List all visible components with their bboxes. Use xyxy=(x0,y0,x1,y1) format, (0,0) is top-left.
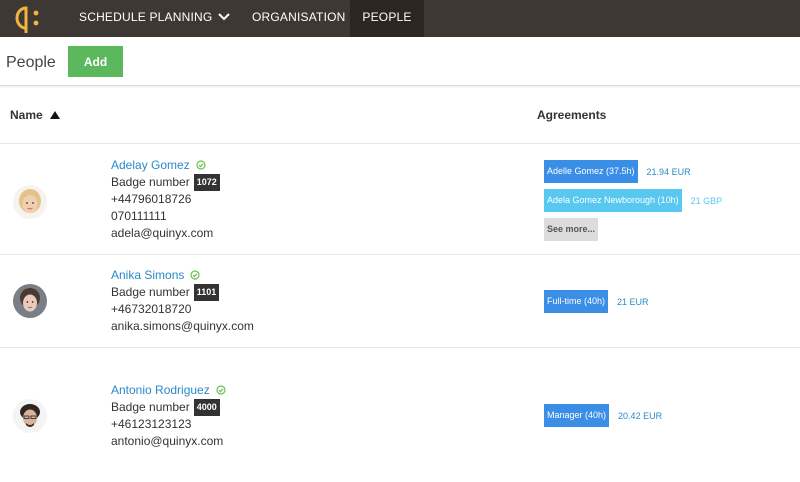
nav-organisation[interactable]: ORGANISATION xyxy=(252,0,346,37)
person-details: Anika Simons Badge number 1101 +467320187… xyxy=(111,267,254,335)
avatar xyxy=(13,185,47,219)
person-details: Antonio Rodriguez Badge number 4000 +4612… xyxy=(111,382,226,450)
agreement-amount: 20.42 EUR xyxy=(618,410,663,421)
table-header: Name Agreements xyxy=(0,86,800,144)
person-details: Adelay Gomez Badge number 1072 +447960187… xyxy=(111,157,220,242)
badge-number-value: 4000 xyxy=(193,399,220,417)
agreement-tag[interactable]: Adelle Gomez (37.5h) xyxy=(544,160,638,183)
page-title: People xyxy=(6,54,56,71)
phone-number: +46732018720 xyxy=(111,302,192,317)
phone-number: 070111111 xyxy=(111,209,167,224)
badge-number-value: 1072 xyxy=(193,174,220,192)
person-name-link[interactable]: Adelay Gomez xyxy=(111,158,190,172)
agreements-list: Adelle Gomez (37.5h) 21.94 EUR Adela Gome… xyxy=(544,160,722,247)
badge-number-label: Badge number xyxy=(111,285,190,299)
badge-number-label: Badge number xyxy=(111,400,190,414)
quinyx-logo-icon[interactable] xyxy=(12,4,46,34)
top-nav-bar: SCHEDULE PLANNING ORGANISATION PEOPLE xyxy=(0,0,800,37)
agreement-amount: 21.94 EUR xyxy=(646,166,691,177)
agreement-tag[interactable]: Manager (40h) xyxy=(544,404,610,427)
nav-schedule-planning-label: SCHEDULE PLANNING xyxy=(79,10,213,24)
avatar xyxy=(13,284,47,318)
agreements-list: Manager (40h) 20.42 EUR xyxy=(544,404,662,433)
page-header: People Add xyxy=(0,37,800,86)
badge-number-value: 1101 xyxy=(193,284,220,302)
verified-check-icon xyxy=(216,385,226,395)
avatar xyxy=(13,399,47,433)
verified-check-icon xyxy=(190,270,200,280)
phone-number: +44796018726 xyxy=(111,192,192,207)
email-address: adela@quinyx.com xyxy=(111,226,214,241)
nav-people[interactable]: PEOPLE xyxy=(350,0,424,37)
phone-number: +46123123123 xyxy=(111,417,192,432)
email-address: antonio@quinyx.com xyxy=(111,434,224,449)
verified-check-icon xyxy=(196,160,206,170)
agreement-tag[interactable]: Full-time (40h) xyxy=(544,290,609,313)
table-row: Adelay Gomez Badge number 1072 +447960187… xyxy=(0,143,800,255)
badge-number-label: Badge number xyxy=(111,175,190,189)
table-row: Antonio Rodriguez Badge number 4000 +4612… xyxy=(0,348,800,482)
agreement-tag[interactable]: Adela Gomez Newborough (10h) xyxy=(544,189,682,212)
person-name-link[interactable]: Anika Simons xyxy=(111,268,184,282)
column-header-agreements: Agreements xyxy=(537,108,607,122)
sort-ascending-icon[interactable] xyxy=(50,111,60,119)
person-name-link[interactable]: Antonio Rodriguez xyxy=(111,383,210,397)
chevron-down-icon xyxy=(218,13,231,21)
email-address: anika.simons@quinyx.com xyxy=(111,319,254,334)
column-header-name[interactable]: Name xyxy=(10,108,43,122)
table-row: Anika Simons Badge number 1101 +467320187… xyxy=(0,255,800,348)
nav-schedule-planning[interactable]: SCHEDULE PLANNING xyxy=(79,0,231,37)
add-button[interactable]: Add xyxy=(68,46,123,77)
see-more-button[interactable]: See more... xyxy=(544,218,599,241)
agreement-amount: 21 EUR xyxy=(617,296,649,307)
agreements-list: Full-time (40h) 21 EUR xyxy=(544,290,649,319)
agreement-amount: 21 GBP xyxy=(690,195,723,206)
